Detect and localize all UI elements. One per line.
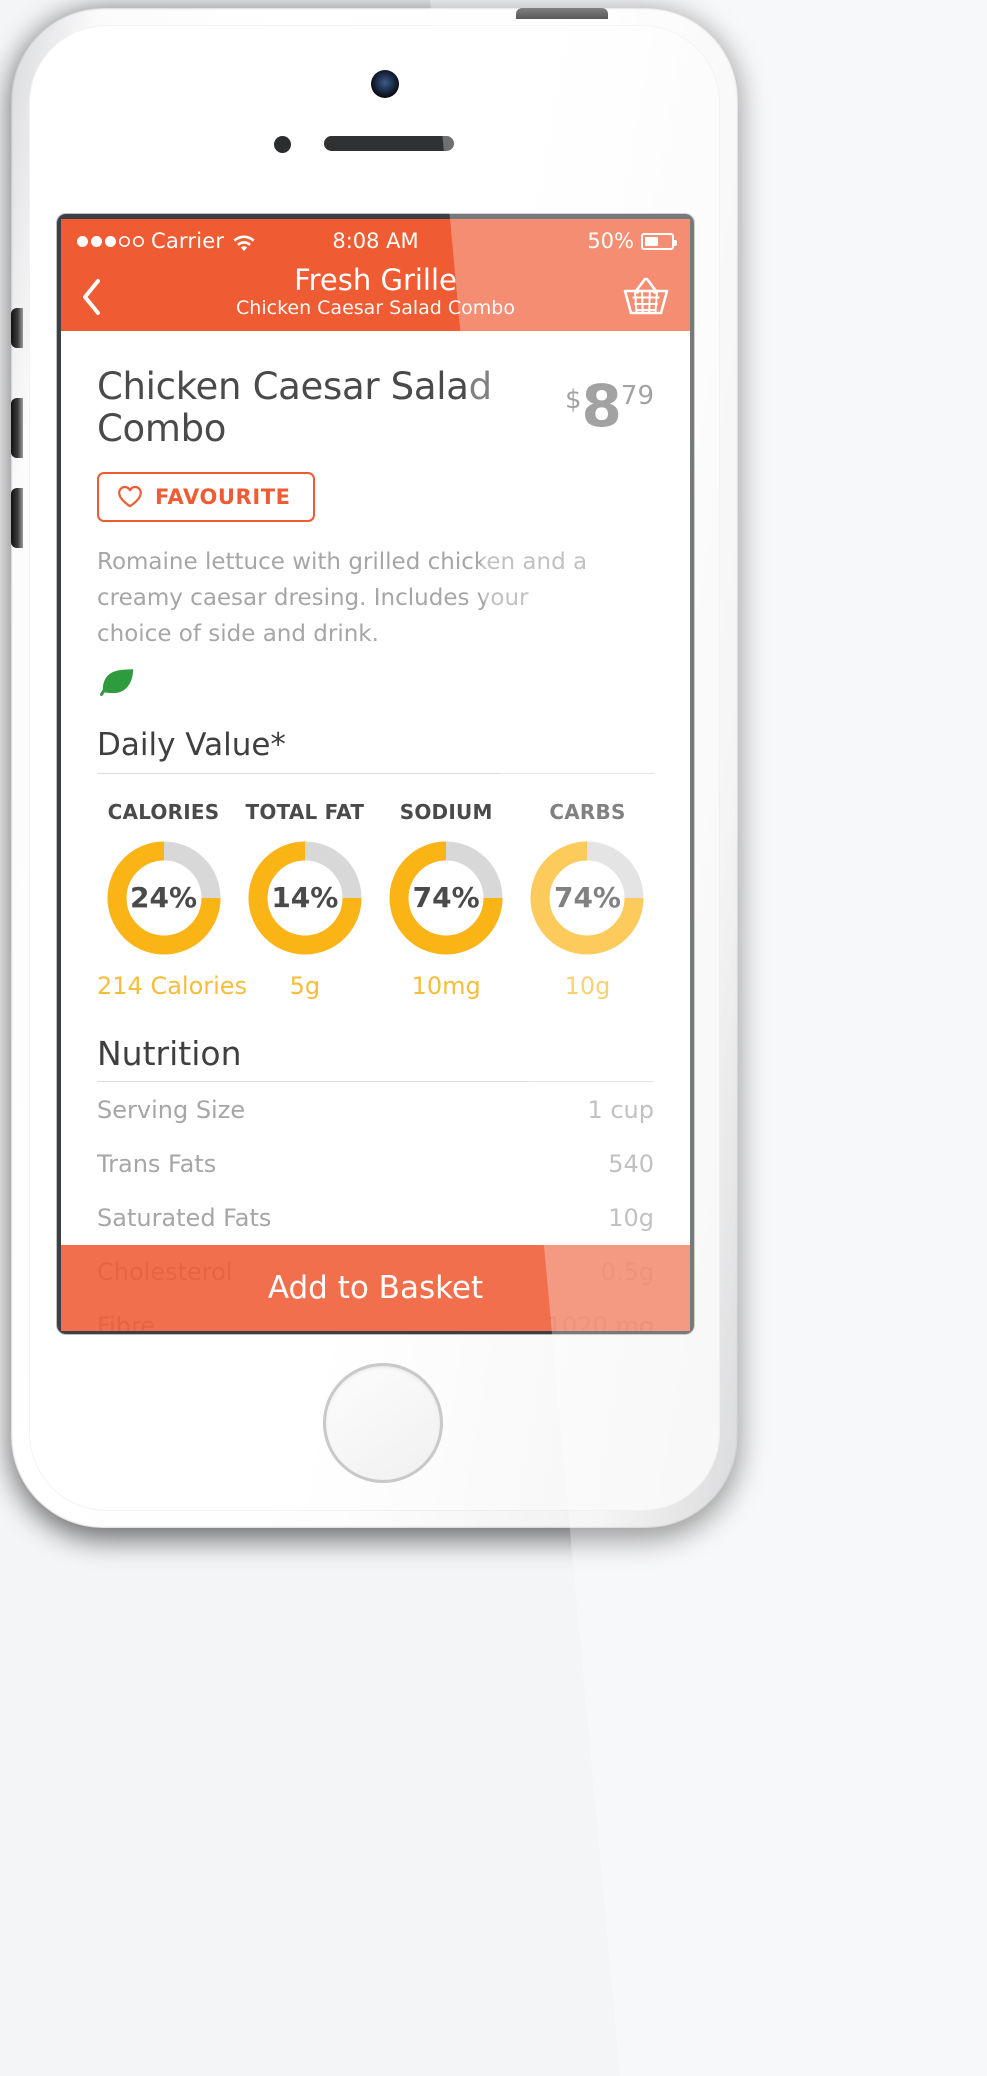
gauge-total-fat: TOTAL FAT 14% 5g <box>238 800 371 1000</box>
volume-up-button[interactable] <box>11 398 23 458</box>
page-title: Fresh Grille <box>294 263 457 297</box>
nutrition-value: 1 cup <box>587 1095 654 1124</box>
nutrition-heading: Nutrition <box>97 1034 654 1082</box>
nutrition-value: 540 <box>608 1149 654 1178</box>
nutrition-label: Serving Size <box>97 1095 246 1124</box>
proximity-sensor-icon <box>274 136 291 153</box>
donut-chart: 74% <box>527 838 647 958</box>
gauge-percent: 14% <box>271 881 339 915</box>
gauge-percent: 74% <box>553 881 621 915</box>
status-bar-right: 50% <box>587 229 677 253</box>
product-price: $879 <box>565 366 654 440</box>
favourite-button[interactable]: FAVOURITE <box>97 471 315 522</box>
price-whole: 8 <box>581 372 622 440</box>
nav-bar: Fresh Grille Chicken Caesar Salad Combo <box>61 263 690 331</box>
price-cents: 79 <box>620 381 654 411</box>
gauge-percent: 24% <box>129 881 198 915</box>
gauge-amount: 5g <box>289 971 321 1000</box>
carrier-label: Carrier <box>151 229 225 253</box>
product-title: Chicken Caesar Salad Combo <box>97 365 492 450</box>
gauge-sodium: SODIUM 74% 10mg <box>380 800 513 1000</box>
home-button[interactable] <box>323 1363 443 1483</box>
leaf-icon <box>97 665 139 697</box>
battery-icon <box>641 232 677 250</box>
gauge-amount: 10g <box>564 971 611 1000</box>
mute-switch[interactable] <box>11 308 23 348</box>
gauge-calories: CALORIES 24% 214 Calories <box>97 799 248 1000</box>
title-price-row: Chicken Caesar Salad Combo $879 <box>97 331 654 450</box>
screenshot-stage: Carrier 8:08 AM 50% Fresh Grille Chicken… <box>0 0 987 2076</box>
front-camera-icon <box>371 70 399 98</box>
signal-strength-icon <box>77 235 144 247</box>
back-button[interactable] <box>79 275 105 319</box>
status-bar: Carrier 8:08 AM 50% <box>61 219 690 263</box>
gauge-percent: 74% <box>412 881 480 915</box>
earpiece-speaker <box>324 136 454 151</box>
gauge-label: TOTAL FAT <box>245 799 365 824</box>
gauge-label: CARBS <box>549 799 626 824</box>
gauge-amount: 10mg <box>411 971 481 1000</box>
nav-title-block: Fresh Grille Chicken Caesar Salad Combo <box>61 263 690 320</box>
product-description: Romaine lettuce with grilled chicken and… <box>97 548 588 648</box>
donut-chart: 14% <box>245 838 365 958</box>
table-row: Saturated Fats 10g <box>97 1190 654 1244</box>
donut-chart: 74% <box>386 838 506 958</box>
shopping-basket-icon[interactable] <box>620 274 672 320</box>
price-currency: $ <box>565 385 582 415</box>
daily-value-gauges: CALORIES 24% 214 Calories TOTAL FAT 14% … <box>97 800 654 1000</box>
product-detail-content: Chicken Caesar Salad Combo $879 FAVOURIT… <box>61 331 690 1331</box>
gauge-amount: 214 Calories <box>97 971 248 1000</box>
daily-value-heading: Daily Value* <box>97 727 654 774</box>
heart-icon <box>117 485 143 508</box>
volume-down-button[interactable] <box>11 488 23 548</box>
table-row: Serving Size 1 cup <box>97 1082 654 1136</box>
page-subtitle: Chicken Caesar Salad Combo <box>236 297 515 320</box>
donut-chart: 24% <box>104 838 224 958</box>
gauge-carbs: CARBS 74% 10g <box>521 800 654 1000</box>
gauge-label: CALORIES <box>107 799 220 824</box>
gauge-label: SODIUM <box>399 799 493 824</box>
wifi-icon <box>233 233 255 251</box>
nutrition-label: Trans Fats <box>97 1149 217 1178</box>
phone-screen: Carrier 8:08 AM 50% Fresh Grille Chicken… <box>61 219 690 1331</box>
nutrition-value: 10g <box>608 1203 654 1232</box>
table-row: Trans Fats 540 <box>97 1136 654 1190</box>
power-button[interactable] <box>516 8 608 19</box>
nutrition-label: Saturated Fats <box>97 1203 272 1232</box>
add-to-basket-button[interactable]: Add to Basket <box>61 1245 690 1331</box>
favourite-label: FAVOURITE <box>155 484 291 509</box>
status-bar-left: Carrier <box>77 229 255 253</box>
battery-percent-label: 50% <box>587 229 634 253</box>
